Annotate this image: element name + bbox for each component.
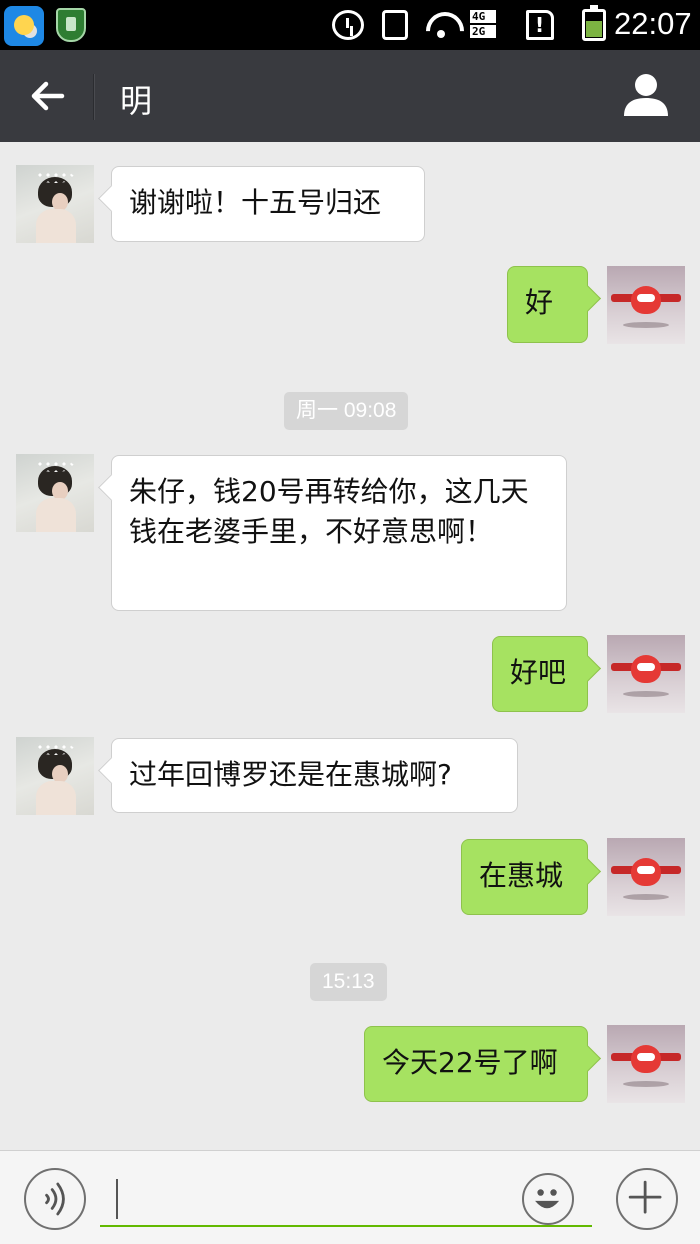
network-type-2g: 2G (470, 25, 496, 38)
more-button[interactable] (616, 1168, 678, 1230)
contact-avatar[interactable] (16, 454, 94, 532)
arrow-left-icon (31, 81, 65, 111)
message-bubble-outgoing[interactable]: 今天22号了啊 (364, 1026, 588, 1102)
status-time: 22:07 (614, 6, 692, 41)
voice-icon (45, 1182, 65, 1216)
message-bubble-outgoing[interactable]: 好 (507, 266, 588, 343)
signal-icon: 4G 2G (470, 10, 514, 40)
security-app-icon (56, 8, 86, 42)
timestamp: 周一 09:08 (284, 392, 409, 430)
back-button[interactable] (20, 70, 76, 122)
wifi-icon (424, 10, 460, 40)
emoji-icon (535, 1189, 560, 1209)
status-bar: 4G 2G 22:07 (0, 0, 700, 50)
plus-icon (628, 1180, 662, 1214)
battery-icon (582, 5, 606, 41)
alarm-icon (332, 10, 364, 40)
network-type-4g: 4G (470, 10, 496, 23)
chat-title: 明 (120, 82, 153, 120)
battery-level (586, 21, 602, 37)
header-divider (93, 74, 95, 120)
input-bar (0, 1150, 700, 1244)
timestamp: 15:13 (310, 963, 387, 1001)
person-icon (624, 74, 668, 116)
my-avatar[interactable] (607, 266, 685, 344)
text-cursor (116, 1179, 118, 1219)
chat-header: 明 (0, 50, 700, 142)
message-bubble-incoming[interactable]: 谢谢啦！十五号归还 (111, 166, 425, 242)
message-input[interactable] (100, 1171, 592, 1227)
my-avatar[interactable] (607, 1025, 685, 1103)
contact-avatar[interactable] (16, 165, 94, 243)
contact-info-button[interactable] (620, 70, 672, 122)
voice-button[interactable] (24, 1168, 86, 1230)
message-bubble-incoming[interactable]: 朱仔，钱20号再转给你，这几天钱在老婆手里，不好意思啊！ (111, 455, 567, 611)
message-bubble-outgoing[interactable]: 好吧 (492, 636, 588, 712)
message-bubble-outgoing[interactable]: 在惠城 (461, 839, 588, 915)
my-avatar[interactable] (607, 838, 685, 916)
emoji-button[interactable] (522, 1173, 574, 1225)
vibrate-icon (382, 10, 408, 40)
message-bubble-incoming[interactable]: 过年回博罗还是在惠城啊? (111, 738, 518, 813)
sim-alert-icon (526, 10, 554, 40)
weather-app-icon (4, 6, 44, 46)
my-avatar[interactable] (607, 635, 685, 713)
contact-avatar[interactable] (16, 737, 94, 815)
